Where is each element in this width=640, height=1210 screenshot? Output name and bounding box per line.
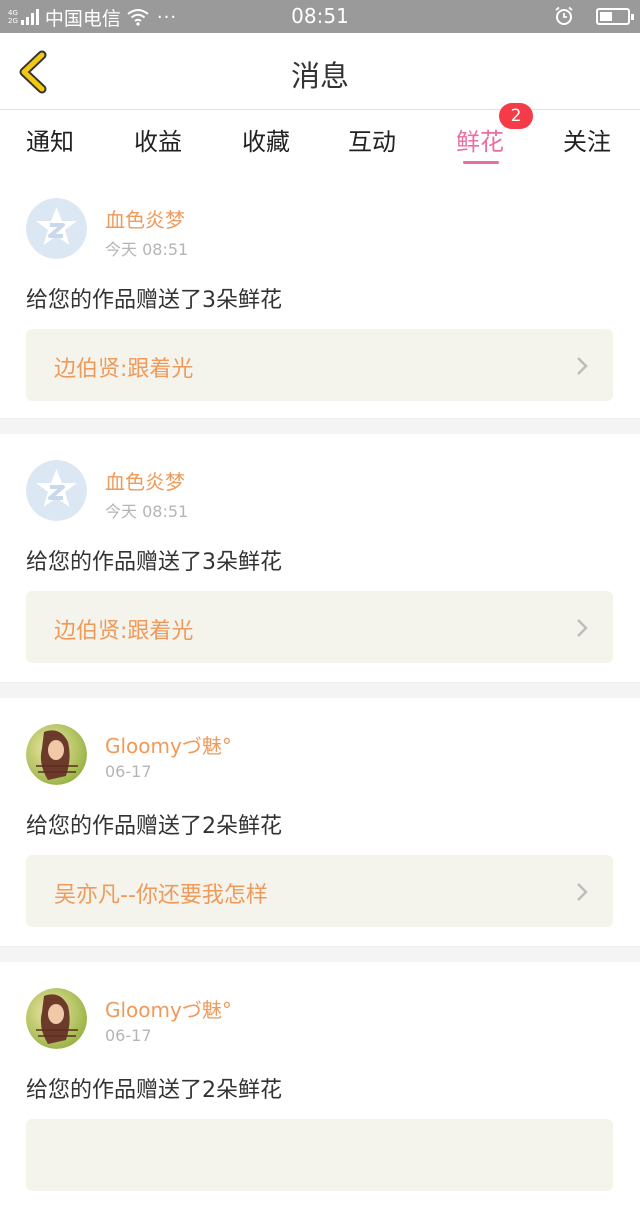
unread-badge: 2: [499, 103, 533, 129]
clock: 08:51: [291, 4, 349, 28]
message-list: 血色炎梦 今天 08:51 给您的作品赠送了3朵鲜花 边伯贤:跟着光 血色炎梦 …: [0, 172, 640, 1210]
work-link-button[interactable]: 边伯贤:跟着光: [26, 329, 613, 401]
tab-favorites[interactable]: 收藏: [242, 122, 290, 157]
message-text: 给您的作品赠送了2朵鲜花: [26, 814, 282, 839]
work-title: 吴亦凡--你还要我怎样: [54, 883, 268, 908]
username[interactable]: Gloomyづ魅°: [105, 994, 232, 1023]
tab-earnings[interactable]: 收益: [134, 122, 182, 157]
card-separator: [0, 946, 640, 962]
page-title: 消息: [290, 59, 349, 93]
status-bar: 4G 2G 中国电信 ··· 08:51: [0, 0, 640, 33]
default-avatar-icon[interactable]: [26, 460, 87, 521]
tab-bar: 通知 收益 收藏 互动 鲜花 关注: [0, 110, 640, 172]
battery-icon: [596, 7, 634, 25]
tab-interactions[interactable]: 互动: [348, 122, 396, 157]
chevron-right-icon: [577, 883, 588, 901]
timestamp: 今天 08:51: [105, 240, 189, 259]
work-title: 边伯贤:跟着光: [54, 619, 194, 644]
tab-notifications[interactable]: 通知: [26, 122, 74, 157]
username[interactable]: 血色炎梦: [105, 204, 185, 233]
default-avatar-icon[interactable]: [26, 198, 87, 259]
card-separator: [0, 682, 640, 698]
message-text: 给您的作品赠送了3朵鲜花: [26, 550, 282, 575]
active-tab-indicator: [463, 161, 499, 164]
work-title: 边伯贤:跟着光: [54, 357, 194, 382]
username[interactable]: 血色炎梦: [105, 466, 185, 495]
alarm-icon: [555, 6, 573, 25]
timestamp: 今天 08:51: [105, 502, 189, 521]
user-photo-avatar[interactable]: [26, 724, 87, 785]
status-right: [554, 6, 634, 26]
tab-follows[interactable]: 关注: [563, 122, 611, 157]
tab-flowers[interactable]: 鲜花: [456, 122, 504, 157]
username[interactable]: Gloomyづ魅°: [105, 730, 232, 759]
card-separator: [0, 418, 640, 434]
work-link-button[interactable]: 吴亦凡--你还要我怎样: [26, 855, 613, 927]
work-link-button[interactable]: [26, 1119, 613, 1191]
message-text: 给您的作品赠送了2朵鲜花: [26, 1078, 282, 1103]
message-text: 给您的作品赠送了3朵鲜花: [26, 288, 282, 313]
message-card: Gloomyづ魅° 06-17 给您的作品赠送了2朵鲜花: [0, 962, 640, 1210]
message-card: 血色炎梦 今天 08:51 给您的作品赠送了3朵鲜花 边伯贤:跟着光: [0, 434, 640, 682]
nav-bar: 消息: [0, 33, 640, 110]
timestamp: 06-17: [105, 762, 152, 781]
work-link-button[interactable]: 边伯贤:跟着光: [26, 591, 613, 663]
chevron-right-icon: [577, 619, 588, 637]
timestamp: 06-17: [105, 1026, 152, 1045]
message-card: 血色炎梦 今天 08:51 给您的作品赠送了3朵鲜花 边伯贤:跟着光: [0, 172, 640, 418]
message-card: Gloomyづ魅° 06-17 给您的作品赠送了2朵鲜花 吴亦凡--你还要我怎样: [0, 698, 640, 946]
user-photo-avatar[interactable]: [26, 988, 87, 1049]
chevron-right-icon: [577, 357, 588, 375]
